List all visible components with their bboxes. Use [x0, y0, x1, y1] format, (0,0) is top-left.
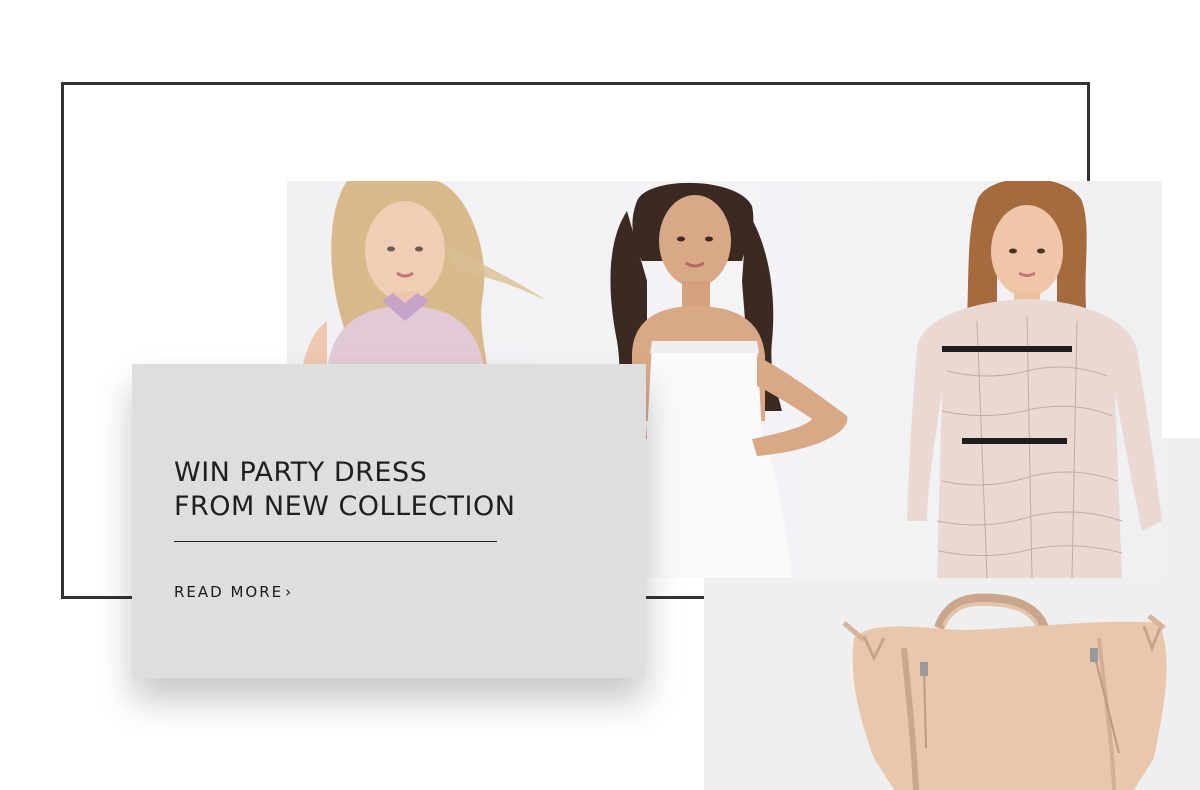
product-image-bag[interactable]: [704, 578, 1200, 790]
promo-title: WIN PARTY DRESS FROM NEW COLLECTION: [174, 456, 614, 524]
handbag-illustration: [842, 593, 1167, 790]
promo-card: WIN PARTY DRESS FROM NEW COLLECTION READ…: [132, 364, 646, 678]
promo-divider: [174, 541, 497, 542]
read-more-link[interactable]: READ MORE ›: [174, 583, 291, 601]
promo-title-line-1: WIN PARTY DRESS: [174, 457, 428, 488]
promo-title-line-2: FROM NEW COLLECTION: [174, 491, 516, 522]
bag-panel-edge: [1162, 438, 1200, 578]
page-stage: WIN PARTY DRESS FROM NEW COLLECTION READ…: [0, 0, 1200, 790]
chevron-right-icon: ›: [285, 583, 292, 601]
model-right: [907, 181, 1162, 578]
read-more-label: READ MORE: [174, 583, 284, 601]
